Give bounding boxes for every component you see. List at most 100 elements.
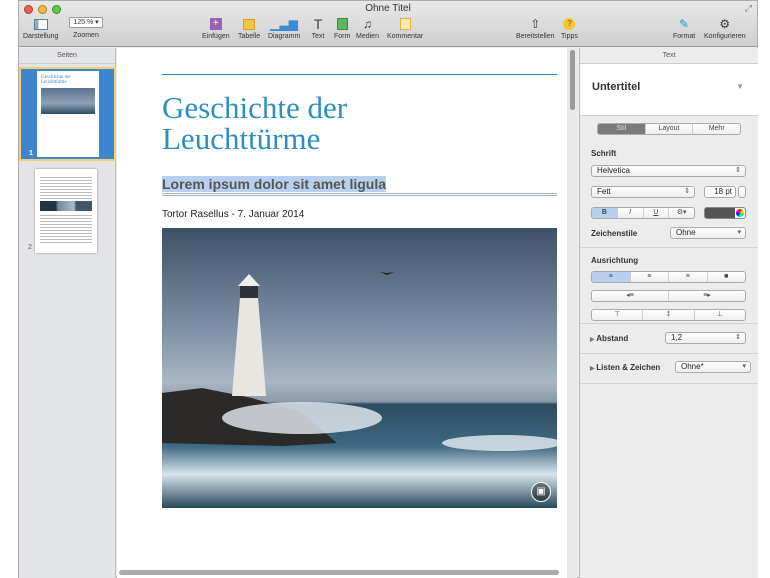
font-size-value: 18 pt xyxy=(714,187,732,196)
zoom-select[interactable]: 125 % ▾ xyxy=(69,17,103,28)
inspector-header: Text xyxy=(580,48,758,64)
subtitle-rule xyxy=(162,193,557,196)
paragraph-style-picker[interactable]: Untertitel ▼ xyxy=(580,64,758,116)
page-number: 2 xyxy=(28,244,32,251)
paragraph-style-name: Untertitel xyxy=(592,81,641,93)
zoom-control[interactable]: 125 % ▾ Zoomen xyxy=(69,17,103,39)
lighthouse-photo[interactable]: ▣ xyxy=(162,228,557,508)
comment-label: Kommentar xyxy=(387,33,424,40)
fullscreen-icon[interactable]: ⤢ xyxy=(745,3,752,14)
table-label: Tabelle xyxy=(238,33,261,40)
share-label: Bereitstellen xyxy=(516,33,555,40)
alignment-label: Ausrichtung xyxy=(591,256,639,265)
chart-icon: ▁▃▆ xyxy=(270,17,298,31)
document-canvas[interactable]: Geschichte der Leuchttürme Lorem ipsum d… xyxy=(117,48,577,578)
char-styles-value: Ohne xyxy=(676,228,696,237)
view-label: Darstellung xyxy=(23,33,59,40)
align-justify-button[interactable]: ■ xyxy=(708,272,746,282)
font-label: Schrift xyxy=(591,149,617,158)
shape-button[interactable]: Form xyxy=(334,17,350,40)
italic-button[interactable]: I xyxy=(618,208,644,218)
zoom-value: 125 % xyxy=(73,19,94,26)
font-weight-select[interactable]: Fett ⇕ xyxy=(591,186,695,198)
decrease-indent-button[interactable]: ◂≡ xyxy=(592,291,669,301)
media-label: Medien xyxy=(356,33,379,40)
lighthouse-illustration xyxy=(162,272,557,451)
underline-button[interactable]: U xyxy=(644,208,670,218)
color-wheel-icon[interactable] xyxy=(736,209,744,217)
spacing-section[interactable]: ▶ Abstand 1,2 ⇕ xyxy=(580,324,758,354)
comment-icon xyxy=(398,17,412,31)
font-family-select[interactable]: Helvetica ⇕ xyxy=(591,165,746,177)
font-size-field[interactable]: 18 pt xyxy=(704,186,736,198)
chevron-down-icon[interactable]: ▼ xyxy=(736,82,744,91)
text-icon: T xyxy=(313,16,323,32)
sidebar-icon xyxy=(33,17,48,31)
table-button[interactable]: Tabelle xyxy=(238,17,260,40)
chart-button[interactable]: ▁▃▆ Diagramm xyxy=(268,17,300,40)
view-button[interactable]: Darstellung xyxy=(23,17,58,40)
window-title: Ohne Titel xyxy=(365,3,411,14)
lists-select[interactable]: Ohne* ▾ xyxy=(675,361,751,373)
pages-sidebar: Seiten Geschichte der Leuchttürme 1 2 xyxy=(19,48,116,578)
media-button[interactable]: ♫ Medien xyxy=(356,17,379,40)
tips-button[interactable]: ? Tipps xyxy=(561,17,578,40)
document-page[interactable]: Geschichte der Leuchttürme Lorem ipsum d… xyxy=(117,48,567,578)
share-icon: ⇧ xyxy=(530,17,541,31)
align-left-button[interactable]: ≡ xyxy=(592,272,631,282)
image-icon[interactable]: ▣ xyxy=(531,482,551,502)
text-color-well[interactable] xyxy=(704,207,746,219)
horizontal-scrollbar[interactable] xyxy=(119,570,559,575)
increase-indent-button[interactable]: ≡▸ xyxy=(669,291,745,301)
chart-label: Diagramm xyxy=(268,33,301,40)
comment-button[interactable]: Kommentar xyxy=(387,17,423,40)
plus-icon: + xyxy=(209,17,223,31)
lists-label: Listen & Zeichen xyxy=(596,363,661,372)
tab-layout[interactable]: Layout xyxy=(646,124,694,134)
lists-section[interactable]: ▶ Listen & Zeichen Ohne* ▾ xyxy=(580,354,758,384)
page-thumbnail-1[interactable]: Geschichte der Leuchttürme 1 xyxy=(19,67,116,161)
format-inspector: Text Untertitel ▼ Stil Layout Mehr Schri… xyxy=(579,48,758,578)
toolbar: Ohne Titel ⤢ Darstellung 125 % ▾ Zoomen +… xyxy=(19,1,757,47)
text-button[interactable]: T Text xyxy=(311,16,325,40)
font-family-value: Helvetica xyxy=(597,166,630,175)
share-button[interactable]: ⇧ Bereitstellen xyxy=(516,17,555,40)
document-subtitle[interactable]: Lorem ipsum dolor sit amet ligula xyxy=(162,176,387,192)
text-options-gear-icon[interactable]: ⚙▾ xyxy=(669,208,694,218)
bold-button[interactable]: B xyxy=(592,208,618,218)
char-styles-select[interactable]: Ohne ▾ xyxy=(670,227,746,239)
document-title[interactable]: Geschichte der Leuchttürme xyxy=(162,92,462,154)
insert-button[interactable]: + Einfügen xyxy=(202,17,230,40)
font-size-stepper[interactable] xyxy=(738,186,746,198)
valign-top-button[interactable]: ⊤ xyxy=(592,310,644,320)
byline[interactable]: Tortor Rasellus - 7. Januar 2014 xyxy=(162,209,304,220)
spacing-value: 1,2 xyxy=(671,333,683,342)
shape-icon xyxy=(335,17,349,31)
spacing-select[interactable]: 1,2 ⇕ xyxy=(665,332,746,344)
vertical-scrollbar[interactable] xyxy=(570,50,575,110)
setup-label: Konfigurieren xyxy=(704,33,746,40)
tab-style[interactable]: Stil xyxy=(598,124,646,134)
align-center-button[interactable]: ≡ xyxy=(631,272,669,282)
tips-label: Tipps xyxy=(561,33,578,40)
char-styles-label: Zeichenstile xyxy=(591,229,638,238)
text-label: Text xyxy=(311,33,325,40)
page-thumbnail-2[interactable] xyxy=(35,169,97,253)
insert-label: Einfügen xyxy=(202,33,230,40)
question-icon: ? xyxy=(562,17,576,31)
gear-icon: ⚙ xyxy=(719,17,731,31)
music-icon: ♫ xyxy=(362,17,372,31)
valign-middle-button[interactable]: ‡ xyxy=(643,310,695,320)
tab-more[interactable]: Mehr xyxy=(693,124,740,134)
align-right-button[interactable]: ≡ xyxy=(669,272,708,282)
sidebar-title: Seiten xyxy=(19,48,115,64)
valign-bottom-button[interactable]: ⊥ xyxy=(695,310,745,320)
lists-value: Ohne* xyxy=(681,362,704,371)
format-button[interactable]: ✎ Format xyxy=(673,17,695,40)
setup-button[interactable]: ⚙ Konfigurieren xyxy=(704,17,746,40)
font-weight-value: Fett xyxy=(597,187,611,196)
page-number: 1 xyxy=(29,150,33,157)
header-rule xyxy=(162,74,557,75)
table-icon xyxy=(242,17,256,31)
brush-icon: ✎ xyxy=(679,17,690,31)
